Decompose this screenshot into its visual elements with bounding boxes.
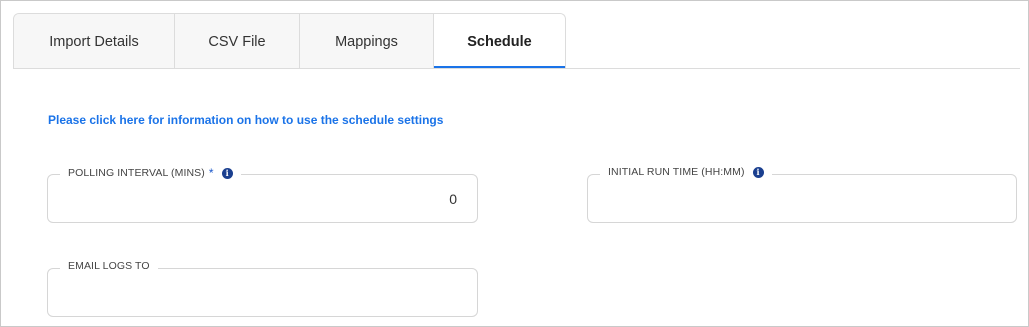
tab-divider: [13, 68, 1020, 69]
email-logs-to-label: EMAIL LOGS TO: [60, 260, 158, 272]
polling-interval-label-text: POLLING INTERVAL (MINS): [68, 167, 205, 179]
tab-mappings[interactable]: Mappings: [300, 14, 434, 69]
initial-run-time-label: INITIAL RUN TIME (HH:MM) i: [600, 166, 772, 178]
email-logs-to-label-text: EMAIL LOGS TO: [68, 260, 150, 272]
polling-interval-field[interactable]: POLLING INTERVAL (MINS) * i 0: [47, 166, 478, 223]
tab-import-details[interactable]: Import Details: [14, 14, 175, 69]
info-circle-icon[interactable]: i: [221, 167, 233, 179]
polling-interval-value[interactable]: 0: [449, 191, 457, 207]
initial-run-time-label-text: INITIAL RUN TIME (HH:MM): [608, 166, 745, 178]
email-logs-to-field[interactable]: EMAIL LOGS TO: [47, 260, 478, 317]
initial-run-time-field[interactable]: INITIAL RUN TIME (HH:MM) i: [587, 166, 1017, 223]
tab-bar: Import Details CSV File Mappings Schedul…: [13, 13, 566, 69]
required-marker: *: [208, 166, 214, 180]
info-circle-icon[interactable]: i: [752, 166, 764, 178]
schedule-panel: Import Details CSV File Mappings Schedul…: [0, 0, 1029, 327]
tab-csv-file[interactable]: CSV File: [175, 14, 300, 69]
tab-schedule[interactable]: Schedule: [434, 14, 565, 69]
schedule-help-link[interactable]: Please click here for information on how…: [48, 113, 443, 127]
polling-interval-label: POLLING INTERVAL (MINS) * i: [60, 166, 241, 180]
